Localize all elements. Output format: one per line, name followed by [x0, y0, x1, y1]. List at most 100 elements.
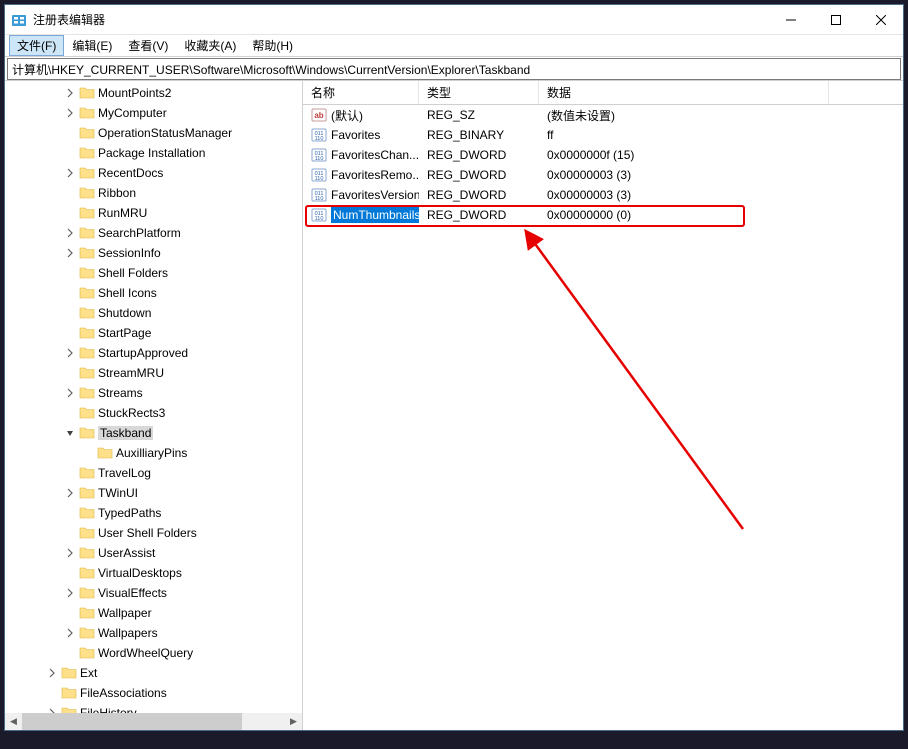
tree-node[interactable]: TravelLog	[5, 463, 302, 483]
tree-node[interactable]: Ribbon	[5, 183, 302, 203]
folder-icon	[79, 245, 95, 261]
value-type: REG_DWORD	[419, 148, 539, 162]
tree-node[interactable]: StreamMRU	[5, 363, 302, 383]
tree-node-label: StartupApproved	[98, 346, 188, 360]
tree-node[interactable]: RecentDocs	[5, 163, 302, 183]
column-header-type[interactable]: 类型	[419, 81, 539, 104]
tree-node[interactable]: VirtualDesktops	[5, 563, 302, 583]
value-row[interactable]: 011110NumThumbnailsREG_DWORD0x00000000 (…	[303, 205, 903, 225]
folder-icon	[79, 185, 95, 201]
expander-icon[interactable]	[65, 588, 79, 598]
binary-value-icon: 011110	[311, 207, 327, 223]
expander-icon[interactable]	[65, 628, 79, 638]
titlebar[interactable]: 注册表编辑器	[5, 5, 903, 35]
tree-node[interactable]: UserAssist	[5, 543, 302, 563]
tree-node[interactable]: AuxilliaryPins	[5, 443, 302, 463]
svg-text:110: 110	[315, 196, 324, 202]
scroll-track[interactable]	[22, 713, 285, 730]
tree-node[interactable]: StuckRects3	[5, 403, 302, 423]
expander-icon[interactable]	[65, 548, 79, 558]
maximize-button[interactable]	[813, 5, 858, 34]
arrow-annotation	[523, 229, 753, 539]
tree-node[interactable]: TWinUI	[5, 483, 302, 503]
binary-value-icon: 011110	[311, 127, 327, 143]
folder-icon	[79, 265, 95, 281]
column-header-data[interactable]: 数据	[539, 81, 829, 104]
tree-node[interactable]: Wallpaper	[5, 603, 302, 623]
tree-node[interactable]: SessionInfo	[5, 243, 302, 263]
value-row[interactable]: 011110FavoritesChan...REG_DWORD0x0000000…	[303, 145, 903, 165]
tree-node[interactable]: Shell Icons	[5, 283, 302, 303]
window-title: 注册表编辑器	[33, 11, 768, 28]
expander-icon[interactable]	[65, 88, 79, 98]
value-name: NumThumbnails	[331, 207, 419, 223]
value-row[interactable]: 011110FavoritesVersionREG_DWORD0x0000000…	[303, 185, 903, 205]
address-bar[interactable]: 计算机\HKEY_CURRENT_USER\Software\Microsoft…	[7, 58, 901, 80]
folder-icon	[79, 145, 95, 161]
value-row[interactable]: ab(默认)REG_SZ(数值未设置)	[303, 105, 903, 125]
scroll-left-button[interactable]: ◀	[5, 713, 22, 730]
tree-node[interactable]: OperationStatusManager	[5, 123, 302, 143]
value-row[interactable]: 011110FavoritesRemo...REG_DWORD0x0000000…	[303, 165, 903, 185]
expander-icon[interactable]	[47, 668, 61, 678]
tree-node-label: Ext	[80, 666, 97, 680]
tree-node-label: RecentDocs	[98, 166, 163, 180]
column-header-name[interactable]: 名称	[303, 81, 419, 104]
tree-node[interactable]: TypedPaths	[5, 503, 302, 523]
tree-node[interactable]: Streams	[5, 383, 302, 403]
menu-view[interactable]: 查看(V)	[120, 35, 176, 56]
tree-pane[interactable]: MountPoints2MyComputerOperationStatusMan…	[5, 81, 303, 730]
svg-text:110: 110	[315, 176, 324, 182]
tree-node[interactable]: FileAssociations	[5, 683, 302, 703]
expander-icon[interactable]	[65, 108, 79, 118]
folder-icon	[79, 425, 95, 441]
expander-icon[interactable]	[65, 228, 79, 238]
menu-file[interactable]: 文件(F)	[9, 35, 64, 56]
tree-node[interactable]: RunMRU	[5, 203, 302, 223]
tree-node-label: Streams	[98, 386, 143, 400]
list-header: 名称 类型 数据	[303, 81, 903, 105]
folder-icon	[79, 285, 95, 301]
tree-node-label: SessionInfo	[98, 246, 161, 260]
scroll-thumb[interactable]	[22, 713, 242, 730]
list-pane[interactable]: 名称 类型 数据 ab(默认)REG_SZ(数值未设置)011110Favori…	[303, 81, 903, 730]
expander-icon[interactable]	[65, 348, 79, 358]
expander-icon[interactable]	[65, 168, 79, 178]
value-data: (数值未设置)	[539, 107, 903, 124]
tree-node[interactable]: MyComputer	[5, 103, 302, 123]
minimize-button[interactable]	[768, 5, 813, 34]
expander-icon[interactable]	[65, 248, 79, 258]
folder-icon	[61, 665, 77, 681]
folder-icon	[79, 625, 95, 641]
menu-favorites[interactable]: 收藏夹(A)	[176, 35, 244, 56]
value-data: 0x0000000f (15)	[539, 148, 903, 162]
tree-node[interactable]: Taskband	[5, 423, 302, 443]
expander-icon[interactable]	[65, 428, 79, 438]
tree-node-label: Wallpapers	[98, 626, 158, 640]
menu-help[interactable]: 帮助(H)	[244, 35, 301, 56]
tree-node[interactable]: Shell Folders	[5, 263, 302, 283]
menu-edit[interactable]: 编辑(E)	[64, 35, 120, 56]
tree-node[interactable]: StartupApproved	[5, 343, 302, 363]
tree-horizontal-scrollbar[interactable]: ◀ ▶	[5, 713, 302, 730]
scroll-right-button[interactable]: ▶	[285, 713, 302, 730]
tree-node[interactable]: Wallpapers	[5, 623, 302, 643]
folder-icon	[79, 585, 95, 601]
folder-icon	[61, 685, 77, 701]
tree-node[interactable]: StartPage	[5, 323, 302, 343]
tree-node[interactable]: WordWheelQuery	[5, 643, 302, 663]
tree-node[interactable]: SearchPlatform	[5, 223, 302, 243]
tree-node[interactable]: VisualEffects	[5, 583, 302, 603]
tree-node[interactable]: Ext	[5, 663, 302, 683]
tree-node-label: Shell Icons	[98, 286, 157, 300]
expander-icon[interactable]	[65, 388, 79, 398]
value-row[interactable]: 011110FavoritesREG_BINARYff	[303, 125, 903, 145]
tree-node[interactable]: Shutdown	[5, 303, 302, 323]
folder-icon	[79, 325, 95, 341]
expander-icon[interactable]	[65, 488, 79, 498]
tree-node[interactable]: MountPoints2	[5, 83, 302, 103]
folder-icon	[79, 485, 95, 501]
tree-node[interactable]: User Shell Folders	[5, 523, 302, 543]
tree-node[interactable]: Package Installation	[5, 143, 302, 163]
close-button[interactable]	[858, 5, 903, 34]
